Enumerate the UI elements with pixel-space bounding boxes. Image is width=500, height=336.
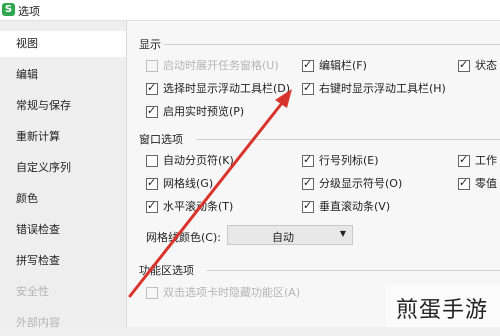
- checkbox[interactable]: [302, 153, 314, 167]
- grid-color-select[interactable]: 自动 ▼: [227, 225, 353, 245]
- option-label: 水平滚动条(T): [163, 200, 234, 213]
- sidebar-item-edit[interactable]: 编辑: [0, 62, 126, 88]
- grid-color-label: 网格线颜色(C):: [146, 231, 221, 244]
- grid-color-value: 自动: [272, 231, 294, 244]
- title-bar: S 选项: [0, 0, 500, 21]
- option-label: 编辑栏(F): [319, 59, 367, 72]
- checkbox[interactable]: [458, 58, 470, 72]
- sidebar-item-security[interactable]: 安全性: [0, 279, 126, 305]
- option-label: 零值: [475, 177, 497, 190]
- section-title-window-options: 窗口选项: [139, 133, 183, 146]
- checkbox[interactable]: [302, 58, 314, 72]
- checkbox[interactable]: [302, 81, 314, 95]
- checkbox[interactable]: [146, 287, 158, 299]
- checkbox[interactable]: [146, 176, 158, 190]
- option-label: 启用实时预览(P): [163, 105, 245, 118]
- checkbox[interactable]: [302, 176, 314, 190]
- section-divider: [164, 44, 500, 45]
- checkbox[interactable]: [458, 176, 470, 190]
- option-label: 工作: [475, 154, 497, 167]
- window-title: 选项: [18, 5, 40, 18]
- option-label: 启动时展开任务窗格(U): [163, 59, 279, 72]
- checkbox[interactable]: [146, 155, 158, 167]
- option-label: 行号列标(E): [319, 154, 379, 167]
- sidebar-item-error-check[interactable]: 错误检查: [0, 217, 126, 243]
- sidebar-item-external[interactable]: 外部内容: [0, 310, 126, 336]
- option-label: 选择时显示浮动工具栏(D): [163, 82, 291, 95]
- checkbox[interactable]: [146, 199, 158, 213]
- option-label: 状态: [475, 59, 497, 72]
- checkbox[interactable]: [146, 60, 158, 72]
- option-label: 分级显示符号(O): [319, 177, 403, 190]
- option-label: 自动分页符(K): [163, 154, 234, 167]
- watermark-text: 煎蛋手游: [396, 298, 489, 323]
- sidebar-item-general-save[interactable]: 常规与保存: [0, 93, 126, 119]
- sidebar-item-custom-list[interactable]: 自定义序列: [0, 155, 126, 181]
- sidebar-item-view[interactable]: 视图: [0, 31, 126, 57]
- section-divider: [196, 139, 500, 140]
- sidebar-item-recalc[interactable]: 重新计算: [0, 124, 126, 150]
- section-title-display: 显示: [139, 38, 161, 51]
- option-label: 网格线(G): [163, 177, 214, 190]
- checkbox[interactable]: [146, 81, 158, 95]
- section-title-ribbon: 功能区选项: [139, 264, 194, 277]
- checkbox[interactable]: [458, 153, 470, 167]
- section-divider: [207, 270, 500, 271]
- options-sidebar: 视图 编辑 常规与保存 重新计算 自定义序列 颜色 错误检查 拼写检查 安全性 …: [0, 21, 127, 329]
- app-logo-icon: S: [2, 3, 15, 16]
- sidebar-item-color[interactable]: 颜色: [0, 186, 126, 212]
- option-label: 垂直滚动条(V): [319, 200, 391, 213]
- checkbox[interactable]: [146, 104, 158, 118]
- checkbox[interactable]: [302, 199, 314, 213]
- option-label: 双击选项卡时隐藏功能区(A): [163, 286, 301, 299]
- chevron-down-icon: ▼: [339, 229, 346, 238]
- sidebar-item-spell-check[interactable]: 拼写检查: [0, 248, 126, 274]
- option-label: 右键时显示浮动工具栏(H): [319, 82, 446, 95]
